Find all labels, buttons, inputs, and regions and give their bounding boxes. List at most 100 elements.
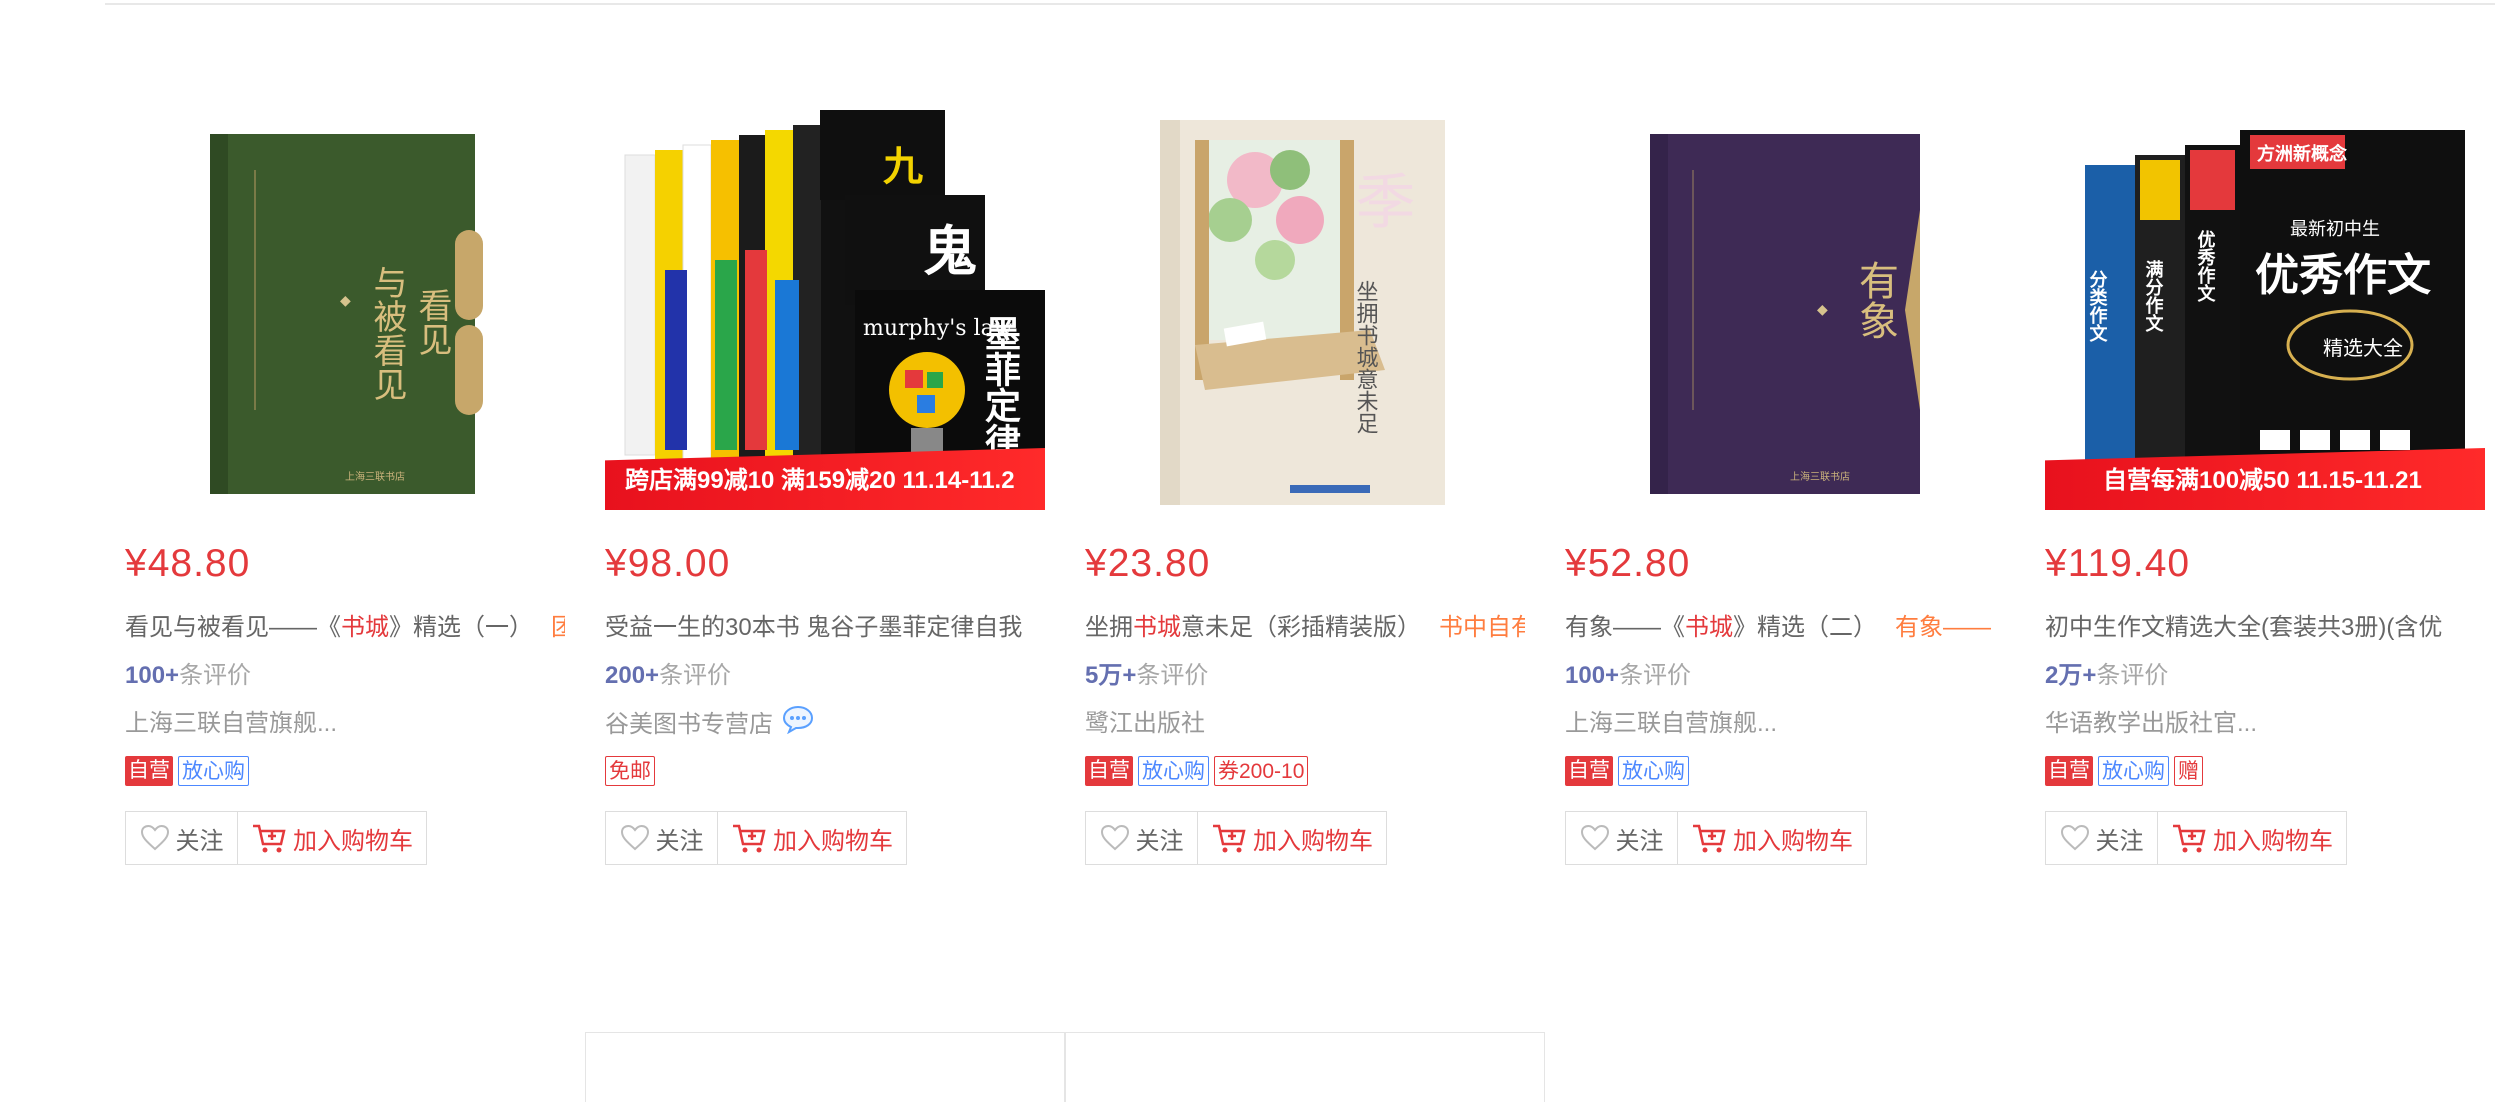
review-count[interactable]: 2万+条评价 xyxy=(2045,656,2168,696)
product-image[interactable]: ◆ 看见 与被看见 上海三联书店 xyxy=(125,110,565,510)
tag-list: 免邮 xyxy=(605,756,660,790)
product-title[interactable]: 有象——《书城》精选（二） 有象—— xyxy=(1565,608,2005,648)
heart-icon xyxy=(620,824,649,851)
svg-text:◆: ◆ xyxy=(1817,302,1828,318)
title-text: 意未足（彩插精装版） xyxy=(1181,614,1421,641)
tag-assured: 放心购 xyxy=(1618,756,1689,786)
product-title[interactable]: 坐拥书城意未足（彩插精装版） 书中自有 xyxy=(1085,608,1525,648)
follow-button[interactable]: 关注 xyxy=(606,812,718,864)
shop-name[interactable]: 谷美图书专营店 xyxy=(605,704,815,747)
action-bar: 关注 加入购物车 xyxy=(1085,811,1387,865)
follow-button[interactable]: 关注 xyxy=(126,812,238,864)
cover-spine: 优秀作文 xyxy=(2195,229,2217,303)
cover-title: 鬼 xyxy=(923,219,977,283)
svg-text:季: 季 xyxy=(1345,170,1415,230)
follow-label: 关注 xyxy=(2095,827,2144,855)
title-text: 受益一生的30本书 鬼谷子墨菲定律自我 xyxy=(605,614,1023,641)
product-title[interactable]: 看见与被看见——《书城》精选（一） 团 xyxy=(125,608,565,648)
tag-self-operated: 自营 xyxy=(125,756,173,786)
title-keyword: 书城 xyxy=(1133,614,1181,641)
follow-button[interactable]: 关注 xyxy=(1086,812,1198,864)
svg-text:上海三联书店: 上海三联书店 xyxy=(345,470,405,483)
review-count[interactable]: 100+条评价 xyxy=(1565,656,1691,696)
cart-icon xyxy=(733,824,766,853)
add-to-cart-button[interactable]: 加入购物车 xyxy=(1678,812,1866,864)
review-label: 条评价 xyxy=(179,662,252,689)
svg-text:◆: ◆ xyxy=(340,293,351,309)
tag-list: 自营 放心购 xyxy=(1565,756,1694,790)
product-image[interactable]: 季 坐拥书城意未足 xyxy=(1085,110,1525,510)
product-image[interactable]: ◆ 有象 上海三联书店 xyxy=(1565,110,2005,510)
cover-title: 优秀作文 xyxy=(2255,250,2431,301)
action-bar: 关注 加入购物车 xyxy=(605,811,907,865)
heart-icon xyxy=(1580,824,1609,851)
tag-assured: 放心购 xyxy=(2098,756,2169,786)
follow-label: 关注 xyxy=(655,827,704,855)
heart-icon xyxy=(1100,824,1129,851)
add-to-cart-button[interactable]: 加入购物车 xyxy=(238,812,426,864)
cart-label: 加入购物车 xyxy=(1733,827,1853,855)
title-text: 》精选（二） xyxy=(1733,614,1877,641)
title-keyword: 书城 xyxy=(341,614,389,641)
cart-label: 加入购物车 xyxy=(1253,827,1373,855)
review-number: 100+ xyxy=(1565,662,1620,689)
bottom-panel xyxy=(1065,1032,1545,1102)
review-count[interactable]: 100+条评价 xyxy=(125,656,251,696)
cart-icon xyxy=(2173,824,2206,853)
cart-label: 加入购物车 xyxy=(2213,827,2333,855)
review-label: 条评价 xyxy=(659,662,732,689)
title-text: 》精选（一） xyxy=(389,614,533,641)
follow-label: 关注 xyxy=(175,827,224,855)
cover-subtitle: 与被看见 xyxy=(367,265,407,401)
product-title[interactable]: 初中生作文精选大全(套装共3册)(含优 xyxy=(2045,608,2485,648)
review-label: 条评价 xyxy=(2096,662,2169,689)
price: ¥119.40 xyxy=(2045,542,2191,585)
add-to-cart-button[interactable]: 加入购物车 xyxy=(2158,812,2346,864)
chat-icon[interactable] xyxy=(781,704,815,747)
product-card: 季 坐拥书城意未足 ¥23.80 坐拥书城意未足（彩插精装版） 书中自有 5万+条… xyxy=(1085,110,1545,890)
review-number: 5万+ xyxy=(1085,662,1137,689)
cover-title: 墨菲定律 xyxy=(979,315,1021,459)
action-bar: 关注 加入购物车 xyxy=(125,811,427,865)
shop-name[interactable]: 华语教学出版社官... xyxy=(2045,704,2257,744)
review-label: 条评价 xyxy=(1619,662,1692,689)
price: ¥23.80 xyxy=(1085,542,1211,585)
product-image[interactable]: 九 鬼 murphy's law 墨菲定律 跨店满99减10 满159减20 1… xyxy=(605,110,1045,510)
shop-name[interactable]: 上海三联自营旗舰... xyxy=(125,704,337,744)
tag-free-shipping: 免邮 xyxy=(605,756,655,786)
cover-spine: 分类作文 xyxy=(2087,270,2108,343)
cover-title: 九 xyxy=(883,143,923,190)
shop-label: 谷美图书专营店 xyxy=(605,710,773,738)
tag-assured: 放心购 xyxy=(1138,756,1209,786)
svg-text:上海三联书店: 上海三联书店 xyxy=(1790,470,1850,483)
cover-title: 看见 xyxy=(412,288,452,356)
product-card: 方洲新概念 最新初中生 优秀作文 精选大全 分类作文 满分作文 优秀作文 自营每… xyxy=(2045,110,2495,890)
title-promo: 团 xyxy=(551,614,565,641)
review-count[interactable]: 200+条评价 xyxy=(605,656,731,696)
price: ¥98.00 xyxy=(605,542,731,585)
follow-button[interactable]: 关注 xyxy=(1566,812,1678,864)
product-title[interactable]: 受益一生的30本书 鬼谷子墨菲定律自我 xyxy=(605,608,1045,648)
cover-badge: 精选大全 xyxy=(2323,336,2403,360)
title-promo: 有象—— xyxy=(1895,614,1991,641)
follow-label: 关注 xyxy=(1135,827,1184,855)
follow-button[interactable]: 关注 xyxy=(2046,812,2158,864)
add-to-cart-button[interactable]: 加入购物车 xyxy=(1198,812,1386,864)
review-count[interactable]: 5万+条评价 xyxy=(1085,656,1208,696)
cover-title: 坐拥书城意未足 xyxy=(1353,280,1379,434)
cart-label: 加入购物车 xyxy=(293,827,413,855)
review-number: 100+ xyxy=(125,662,180,689)
tag-list: 自营 放心购 券200-10 xyxy=(1085,756,1313,790)
add-to-cart-button[interactable]: 加入购物车 xyxy=(718,812,906,864)
shop-name[interactable]: 上海三联自营旗舰... xyxy=(1565,704,1777,744)
top-divider xyxy=(105,3,2495,5)
product-image[interactable]: 方洲新概念 最新初中生 优秀作文 精选大全 分类作文 满分作文 优秀作文 自营每… xyxy=(2045,110,2485,510)
cover-title: 最新初中生 xyxy=(2290,219,2380,240)
product-card: 九 鬼 murphy's law 墨菲定律 跨店满99减10 满159减20 1… xyxy=(605,110,1065,890)
shop-name[interactable]: 鹭江出版社 xyxy=(1085,704,1205,744)
review-number: 200+ xyxy=(605,662,660,689)
title-keyword: 书城 xyxy=(1685,614,1733,641)
bottom-panel xyxy=(585,1032,1065,1102)
tag-self-operated: 自营 xyxy=(2045,756,2093,786)
title-text: 看见与被看见——《 xyxy=(125,614,341,641)
